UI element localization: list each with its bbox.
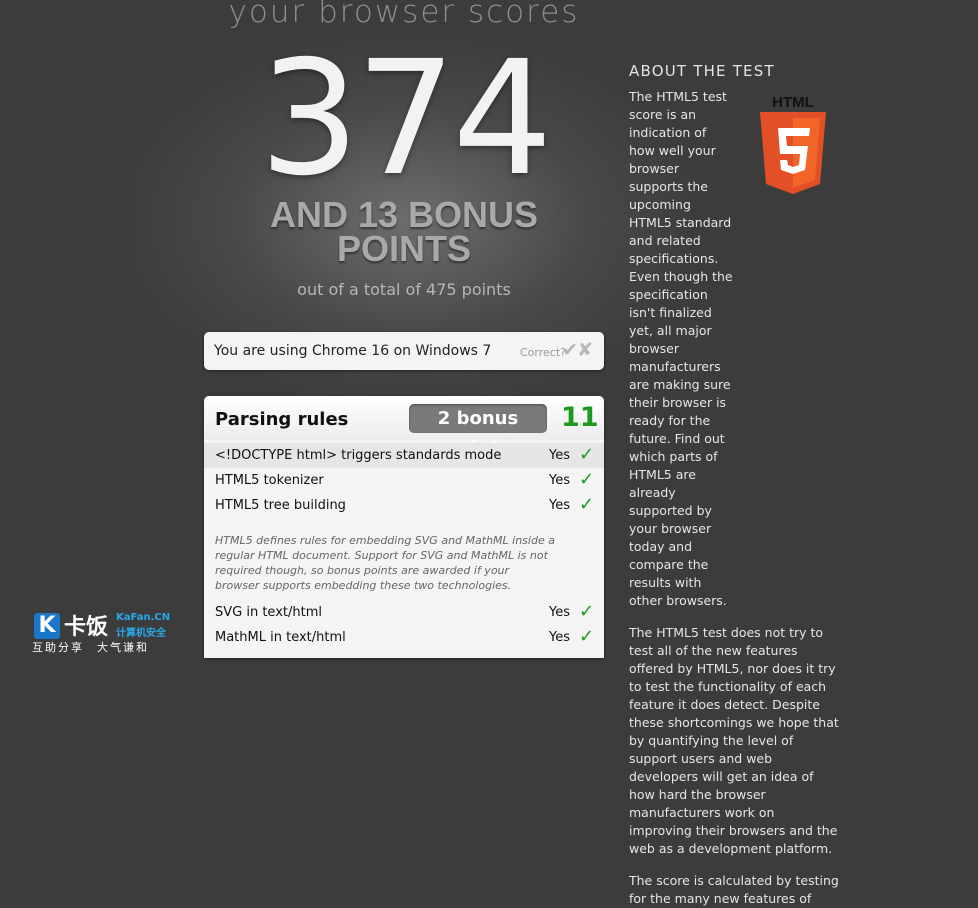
- table-row: <!DOCTYPE html> triggers standards mode …: [204, 443, 604, 468]
- html5-logo-icon: HTML: [758, 94, 828, 200]
- test-result: Yes: [549, 448, 570, 463]
- table-row: SVG in text/html Yes ✓: [204, 600, 604, 625]
- about-paragraph: The HTML5 test does not try to test all …: [629, 625, 839, 856]
- test-result: Yes: [549, 630, 570, 645]
- table-row: HTML5 tokenizer Yes ✓: [204, 468, 604, 493]
- kafan-watermark: K 卡饭 KaFan.CN 计算机安全 互助分享 大气谦和: [30, 609, 180, 654]
- total-points-text: out of a total of 475 points: [297, 280, 511, 299]
- test-label: MathML in text/html: [215, 630, 346, 645]
- test-result: Yes: [549, 498, 570, 513]
- reject-cross-icon[interactable]: ✘: [577, 339, 593, 361]
- section-header: Parsing rules 2 bonus points 11: [204, 396, 604, 458]
- watermark-motto: 互助分享 大气谦和: [32, 641, 149, 654]
- test-label: HTML5 tokenizer: [215, 473, 324, 488]
- bonus-points-badge: 2 bonus points: [409, 404, 547, 458]
- about-heading: ABOUT THE TEST: [629, 62, 775, 80]
- section-title: Parsing rules: [215, 409, 349, 430]
- bonus-points-text: AND 13 BONUS POINTS: [269, 194, 539, 269]
- test-result: Yes: [549, 605, 570, 620]
- check-icon: ✓: [579, 494, 595, 515]
- table-row: MathML in text/html Yes ✓: [204, 625, 604, 650]
- watermark-site: KaFan.CN: [116, 612, 171, 623]
- browser-using-text: You are using Chrome 16 on Windows 7: [214, 343, 492, 359]
- table-row: HTML5 tree building Yes ✓: [204, 493, 604, 518]
- page-headline: your browser scores: [228, 0, 580, 30]
- test-label: <!DOCTYPE html> triggers standards mode: [215, 448, 502, 463]
- test-result: Yes: [549, 473, 570, 488]
- watermark-brand: 卡饭: [64, 615, 109, 640]
- check-icon: ✓: [579, 626, 595, 647]
- browser-detection-box: You are using Chrome 16 on Windows 7 Cor…: [204, 332, 604, 370]
- check-icon: ✓: [579, 444, 595, 465]
- score-value: 374: [259, 27, 553, 211]
- kafan-logo-icon: K: [34, 613, 60, 639]
- test-label: SVG in text/html: [215, 605, 322, 620]
- check-icon: ✓: [579, 469, 595, 490]
- confirm-check-icon[interactable]: ✔: [562, 339, 578, 361]
- bonus-note: HTML5 defines rules for embedding SVG an…: [215, 534, 555, 592]
- test-label: HTML5 tree building: [215, 498, 346, 513]
- html5-logo-text: HTML: [772, 94, 814, 111]
- correct-question-label: Correct?: [520, 346, 566, 359]
- check-icon: ✓: [579, 601, 595, 622]
- parsing-rules-section: Parsing rules 2 bonus points 11 <!DOCTYP…: [204, 396, 604, 658]
- watermark-tagline: 计算机安全: [116, 628, 166, 639]
- about-paragraph: The HTML5 test score is an indication of…: [629, 89, 733, 608]
- section-score: 11: [561, 402, 599, 433]
- about-paragraph: The score is calculated by testing for t…: [629, 873, 839, 906]
